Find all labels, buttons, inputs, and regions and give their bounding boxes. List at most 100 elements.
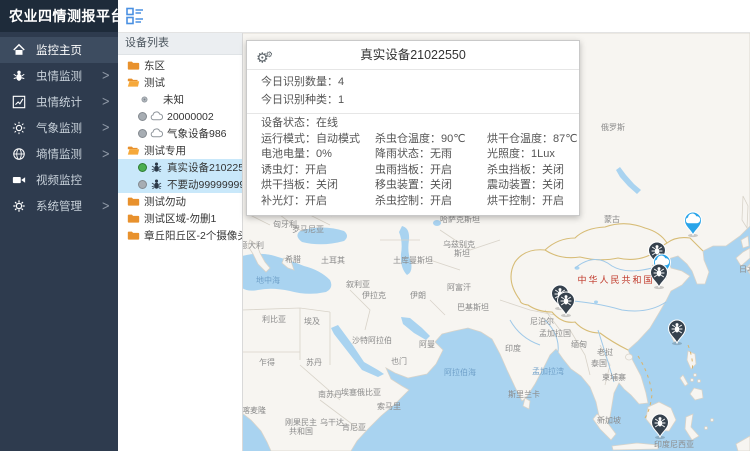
map-label: 新加坡 [597, 415, 621, 425]
folder-icon [127, 212, 140, 225]
popup-header: ⚙⚙ 真实设备21022550 [247, 41, 579, 70]
folder-open-icon [127, 76, 140, 89]
chevron-right-icon: > [102, 147, 110, 161]
popup-field: 电池电量：0% [261, 147, 375, 163]
device-label: 测试 [144, 75, 165, 90]
map-label: 阿曼 [419, 340, 435, 349]
device-label: 20000002 [167, 111, 214, 123]
popup-stat-line: 今日识别数量：4 [261, 73, 579, 91]
sidebar-item-3[interactable]: 虫情统计> [0, 89, 118, 115]
device-tree: 东区测试未知 20000002 气象设备986测试专用真实设备21022550 不要动… [118, 55, 242, 244]
map-label: 巴基斯坦 [457, 302, 489, 312]
sidebar-item-7[interactable]: 系统管理> [0, 193, 118, 219]
map-label: 地中海 [256, 275, 280, 285]
device-label: 真实设备21022550 [167, 160, 242, 175]
device-label: 章丘阳丘区-2个摄像头 [144, 228, 242, 243]
insect-icon [150, 178, 163, 191]
popup-field: 设备状态：在线 [261, 116, 375, 132]
sidebar-item-label: 墒情监测 [36, 146, 102, 162]
status-dot-green [138, 163, 147, 172]
device-tree-item[interactable]: 测试勿动 [118, 193, 242, 210]
device-tree-item[interactable]: 未知 [118, 91, 242, 108]
sidebar-item-5[interactable]: 墒情监测> [0, 141, 118, 167]
popup-row: 设备状态：在线 [261, 116, 579, 132]
map-label: 孟加拉国 [539, 328, 571, 338]
top-toolbar [118, 0, 750, 33]
map-label: 蒙古 [604, 214, 620, 224]
map-label: 乌兹别克 [443, 239, 475, 249]
popup-field [487, 116, 579, 132]
map-label: 伊朗 [410, 290, 426, 300]
device-tree-item[interactable]: 东区 [118, 57, 242, 74]
device-label: 测试区域-勿删1 [144, 211, 216, 226]
status-dot-gray [138, 180, 147, 189]
device-tree-item[interactable]: 测试专用 [118, 142, 242, 159]
chevron-right-icon: > [102, 199, 110, 213]
device-info-popup: ⚙⚙ 真实设备21022550 今日识别数量：4今日识别种类：1 设备状态：在线… [246, 40, 580, 216]
sidebar-item-2[interactable]: 虫情监测> [0, 63, 118, 89]
popup-field: 光照度：1Lux [487, 147, 579, 163]
sidebar-item-4[interactable]: 气象监测> [0, 115, 118, 141]
device-tree-item[interactable]: 真实设备21022550 [118, 159, 242, 176]
sidebar-item-label: 气象监测 [36, 120, 102, 136]
chevron-right-icon: > [102, 69, 110, 83]
popup-field: 烘干仓温度：87℃ [487, 132, 579, 148]
map-marker-insect[interactable] [669, 320, 686, 345]
sidebar-item-label: 监控主页 [36, 42, 110, 58]
map-label: 肯尼亚 [342, 422, 366, 432]
tree-view-icon[interactable] [126, 7, 144, 25]
map-label: 埃塞俄比亚 [341, 387, 381, 397]
map-label: 孟加拉湾 [532, 366, 564, 376]
map-label: 利比亚 [262, 314, 286, 324]
map-label: 希腊 [285, 254, 301, 264]
globe-icon [12, 147, 26, 161]
device-label: 气象设备986 [167, 126, 227, 141]
map-label: 刚果民主 [285, 417, 317, 427]
folder-icon [127, 229, 140, 242]
popup-field: 降雨状态：无雨 [375, 147, 487, 163]
app-title: 农业四情测报平台 [0, 0, 118, 32]
map-label: 泰国 [591, 358, 607, 368]
folder-open-icon [127, 144, 140, 157]
device-tree-item[interactable]: 测试区域-勿删1 [118, 210, 242, 227]
popup-stat-line: 今日识别种类：1 [261, 91, 579, 109]
sidebar-item-1[interactable]: 监控主页 [0, 37, 118, 63]
map-label: 伊拉克 [362, 290, 386, 300]
status-dot-gray [138, 112, 147, 121]
popup-field: 补光灯：开启 [261, 194, 375, 210]
map-label: 罗马尼亚 [292, 225, 324, 234]
map-label: 共和国 [289, 427, 313, 436]
cloud-icon [150, 127, 163, 140]
settings-gears-icon[interactable]: ⚙⚙ [256, 41, 273, 73]
map-marker-insect[interactable] [652, 414, 669, 439]
map-label: 埃及 [304, 316, 320, 326]
map-label: 阿拉伯海 [444, 367, 476, 377]
device-tree-item[interactable]: 气象设备986 [118, 125, 242, 142]
device-tree-item[interactable]: 不要动99999999 [118, 176, 242, 193]
map-label: 乌干达 [320, 417, 344, 427]
sidebar-item-6[interactable]: 视频监控 [0, 167, 118, 193]
popup-field: 运行模式：自动模式 [261, 132, 375, 148]
map-label: 土库曼斯坦 [393, 255, 433, 265]
sidebar-item-label: 系统管理 [36, 198, 102, 214]
popup-field: 杀虫控制：开启 [375, 194, 487, 210]
device-tree-item[interactable]: 测试 [118, 74, 242, 91]
device-label: 不要动99999999 [167, 177, 242, 192]
map-label: 日本 [739, 264, 750, 274]
map-label: 老挝 [597, 347, 613, 357]
camera-icon [12, 173, 26, 187]
map-label: 沙特阿拉伯 [352, 335, 392, 345]
device-tree-item[interactable]: 章丘阳丘区-2个摄像头 [118, 227, 242, 244]
map-label: 意大利 [242, 240, 264, 250]
device-tree-item[interactable]: 20000002 [118, 108, 242, 125]
sun-icon [12, 121, 26, 135]
pin-icon [138, 93, 151, 106]
map-label: 索马里 [377, 401, 401, 411]
popup-row: 补光灯：开启杀虫控制：开启烘干控制：开启 [261, 194, 579, 210]
popup-row: 运行模式：自动模式杀虫仓温度：90℃烘干仓温度：87℃ [261, 132, 579, 148]
map-label: 中华人民共和国 [577, 274, 654, 285]
popup-row: 诱虫灯：开启虫雨挡板：开启杀虫挡板：关闭 [261, 163, 579, 179]
popup-row: 烘干挡板：关闭移虫装置：关闭震动装置：关闭 [261, 178, 579, 194]
popup-row: 电池电量：0%降雨状态：无雨光照度：1Lux [261, 147, 579, 163]
folder-icon [127, 195, 140, 208]
